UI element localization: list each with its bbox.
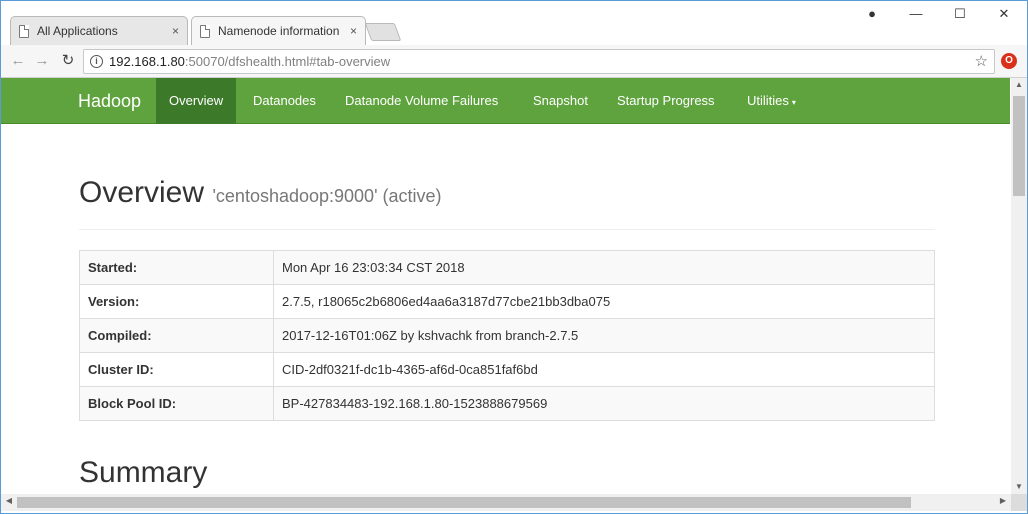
- page-header: Overview 'centoshadoop:9000' (active): [79, 176, 935, 230]
- page-title: Overview: [79, 176, 205, 209]
- row-value: CID-2df0321f-dc1b-4365-af6d-0ca851faf6bd: [273, 352, 935, 387]
- forward-button[interactable]: →: [31, 51, 53, 71]
- vertical-scroll-thumb[interactable]: [1013, 96, 1025, 196]
- minimize-button[interactable]: —: [901, 3, 931, 25]
- horizontal-scroll-thumb[interactable]: [17, 497, 911, 508]
- url-path: :50070/dfshealth.html#tab-overview: [184, 54, 391, 69]
- table-row: Cluster ID: CID-2df0321f-dc1b-4365-af6d-…: [79, 352, 935, 387]
- browser-toolbar: ← → ↻ i 192.168.1.80:50070/dfshealth.htm…: [1, 45, 1027, 78]
- horizontal-scrollbar[interactable]: ◀ ▶: [1, 494, 1011, 511]
- vertical-scrollbar[interactable]: ▲ ▼: [1011, 78, 1027, 494]
- tab-title: Namenode information: [218, 24, 340, 38]
- address-bar[interactable]: i 192.168.1.80:50070/dfshealth.html#tab-…: [83, 49, 995, 74]
- table-row: Block Pool ID: BP-427834483-192.168.1.80…: [79, 386, 935, 421]
- site-info-icon[interactable]: i: [90, 55, 103, 68]
- tab-all-applications[interactable]: All Applications ×: [10, 16, 188, 45]
- row-value: BP-427834483-192.168.1.80-1523888679569: [273, 386, 935, 421]
- page-icon: [19, 24, 29, 38]
- table-row: Version: 2.7.5, r18065c2b6806ed4aa6a3187…: [79, 284, 935, 319]
- row-key: Cluster ID:: [79, 352, 274, 387]
- tab-close-icon[interactable]: ×: [350, 24, 357, 38]
- close-window-button[interactable]: ✕: [989, 3, 1019, 25]
- hadoop-navbar: Hadoop Overview Datanodes Datanode Volum…: [1, 78, 1010, 124]
- row-value: 2.7.5, r18065c2b6806ed4aa6a3187d77cbe21b…: [273, 284, 935, 319]
- chevron-down-icon: ▾: [791, 98, 796, 107]
- page-subtitle: 'centoshadoop:9000' (active): [212, 186, 442, 206]
- scroll-down-icon[interactable]: ▼: [1011, 482, 1027, 491]
- table-row: Compiled: 2017-12-16T01:06Z by kshvachk …: [79, 318, 935, 353]
- brand-hadoop[interactable]: Hadoop: [78, 78, 141, 124]
- nav-overview[interactable]: Overview: [156, 78, 237, 124]
- row-key: Started:: [79, 250, 274, 285]
- nav-datanode-volume-failures[interactable]: Datanode Volume Failures: [332, 78, 511, 124]
- browser-window: All Applications × Namenode information …: [0, 0, 1028, 514]
- tab-close-icon[interactable]: ×: [172, 24, 179, 38]
- tab-strip: All Applications × Namenode information …: [1, 1, 1027, 45]
- scroll-left-icon[interactable]: ◀: [1, 496, 17, 505]
- tab-title: All Applications: [37, 24, 118, 38]
- row-key: Compiled:: [79, 318, 274, 353]
- url-host: 192.168.1.80: [109, 54, 185, 69]
- reload-button[interactable]: ↻: [57, 51, 79, 71]
- back-button[interactable]: ←: [7, 51, 29, 71]
- page-viewport: Hadoop Overview Datanodes Datanode Volum…: [1, 78, 1011, 494]
- extension-icon[interactable]: O: [1001, 53, 1017, 69]
- scroll-up-icon[interactable]: ▲: [1011, 80, 1027, 89]
- nav-utilities[interactable]: Utilities ▾: [734, 78, 809, 124]
- scroll-right-icon[interactable]: ▶: [995, 496, 1011, 505]
- tab-namenode-information[interactable]: Namenode information ×: [191, 16, 366, 45]
- nav-startup-progress[interactable]: Startup Progress: [604, 78, 728, 124]
- nav-utilities-label: Utilities: [747, 93, 789, 108]
- row-key: Version:: [79, 284, 274, 319]
- overview-table: Started: Mon Apr 16 23:03:34 CST 2018 Ve…: [79, 250, 935, 421]
- bookmark-star-icon[interactable]: ☆: [975, 52, 988, 70]
- maximize-button[interactable]: ☐: [945, 3, 975, 25]
- nav-snapshot[interactable]: Snapshot: [520, 78, 601, 124]
- table-row: Started: Mon Apr 16 23:03:34 CST 2018: [79, 250, 935, 285]
- nav-datanodes[interactable]: Datanodes: [240, 78, 329, 124]
- row-value: Mon Apr 16 23:03:34 CST 2018: [273, 250, 935, 285]
- profile-icon[interactable]: ●: [857, 3, 887, 25]
- summary-heading: Summary: [79, 456, 208, 489]
- row-key: Block Pool ID:: [79, 386, 274, 421]
- scrollbar-corner: [1011, 494, 1027, 511]
- page-icon: [200, 24, 210, 38]
- row-value: 2017-12-16T01:06Z by kshvachk from branc…: [273, 318, 935, 353]
- new-tab-button[interactable]: [364, 23, 402, 41]
